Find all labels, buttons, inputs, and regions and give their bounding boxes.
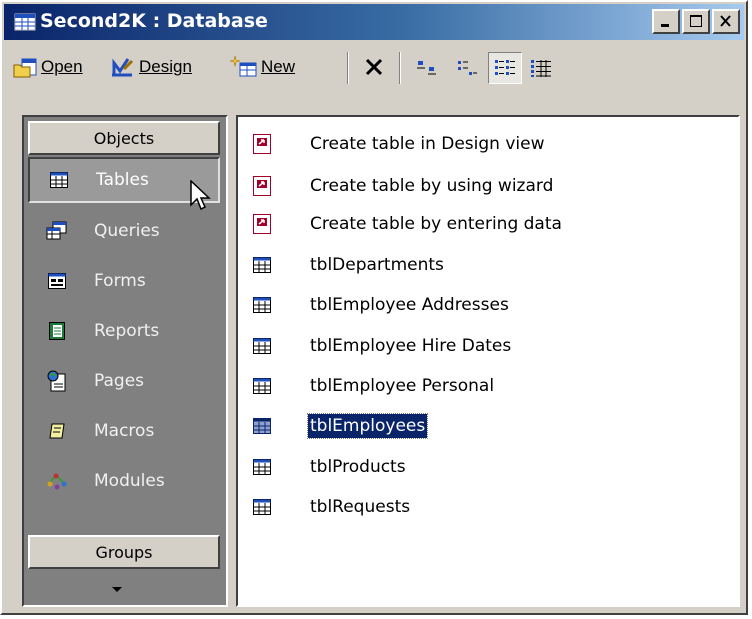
shortcut-icon	[250, 212, 274, 236]
objects-item-label: Tables	[96, 170, 149, 190]
page-icon	[46, 370, 68, 392]
list-item-label: Create table by entering data	[310, 214, 562, 234]
list-item-table[interactable]: tblRequests	[250, 488, 412, 526]
groups-header-button[interactable]: Groups	[28, 535, 220, 569]
details-list-icon	[531, 60, 551, 77]
report-icon	[46, 320, 68, 342]
objects-item-label: Forms	[94, 271, 146, 291]
list-item-table-selected[interactable]: tblEmployees	[250, 407, 429, 445]
large-icons-view-button[interactable]	[410, 52, 444, 84]
table-icon	[250, 414, 274, 438]
objects-item-pages[interactable]: Pages	[28, 358, 220, 404]
list-item-label: tblProducts	[310, 457, 406, 477]
database-icon	[14, 13, 36, 31]
table-icon	[250, 495, 274, 519]
object-list: Create table in Design view Create table…	[236, 115, 740, 607]
small-icons-icon	[458, 61, 477, 75]
objects-item-label: Queries	[94, 221, 160, 241]
list-item-table[interactable]: tblDepartments	[250, 246, 446, 284]
shortcut-icon	[250, 174, 274, 198]
small-icons-view-button[interactable]	[450, 52, 484, 84]
open-label: Open	[41, 57, 83, 76]
module-icon	[46, 470, 68, 492]
title-bar[interactable]: Second2K : Database	[4, 4, 744, 40]
scroll-down-arrow-icon[interactable]	[112, 587, 122, 592]
table-icon	[250, 253, 274, 277]
objects-item-modules[interactable]: Modules	[28, 458, 220, 504]
objects-item-reports[interactable]: Reports	[28, 308, 220, 354]
objects-header-button[interactable]: Objects	[28, 121, 220, 155]
database-window: Second2K : Database Open Design New Obje…	[0, 0, 748, 615]
large-icons-icon	[417, 61, 436, 75]
toolbar-separator	[347, 52, 349, 84]
objects-item-label: Macros	[94, 421, 155, 441]
objects-item-label: Modules	[94, 471, 165, 491]
design-label: Design	[139, 57, 192, 76]
list-item-label: tblEmployee Hire Dates	[310, 336, 512, 356]
objects-item-label: Pages	[94, 371, 145, 391]
new-icon	[230, 55, 257, 77]
list-item-shortcut[interactable]: Create table by using wizard	[250, 167, 555, 205]
objects-item-macros[interactable]: Macros	[28, 408, 220, 454]
table-icon	[250, 293, 274, 317]
objects-item-forms[interactable]: Forms	[28, 258, 220, 304]
table-icon	[48, 169, 70, 191]
list-item-label: tblEmployee Personal	[310, 376, 495, 396]
toolbar-separator	[399, 52, 401, 84]
details-icon	[495, 60, 515, 75]
macro-icon	[46, 420, 68, 442]
list-item-table[interactable]: tblEmployee Hire Dates	[250, 327, 513, 365]
table-icon	[250, 374, 274, 398]
maximize-icon	[690, 15, 702, 27]
design-button[interactable]: Design	[110, 52, 192, 82]
form-icon	[46, 270, 68, 292]
shortcut-icon	[250, 132, 274, 156]
list-item-label: tblEmployees	[306, 413, 429, 439]
details-view-button[interactable]	[524, 52, 558, 84]
list-view-button[interactable]	[488, 52, 522, 84]
design-icon	[112, 58, 134, 77]
open-button[interactable]: Open	[12, 52, 83, 82]
query-icon	[46, 220, 68, 242]
list-item-label: tblRequests	[310, 497, 411, 517]
mouse-pointer-icon	[190, 180, 211, 211]
minimize-icon	[661, 24, 669, 27]
close-icon	[720, 15, 731, 27]
toolbar: Open Design New	[10, 46, 740, 88]
list-item-label: tblDepartments	[310, 255, 444, 275]
delete-icon	[365, 58, 383, 76]
list-item-table[interactable]: tblEmployee Personal	[250, 367, 496, 405]
objects-item-label: Reports	[94, 321, 160, 341]
list-item-table[interactable]: tblEmployee Addresses	[250, 286, 511, 324]
new-button[interactable]: New	[230, 52, 295, 82]
table-icon	[250, 334, 274, 358]
minimize-button[interactable]	[652, 9, 680, 34]
list-item-shortcut[interactable]: Create table in Design view	[250, 125, 547, 163]
list-item-table[interactable]: tblProducts	[250, 448, 408, 486]
open-icon	[13, 58, 37, 78]
table-icon	[250, 455, 274, 479]
new-label: New	[261, 57, 296, 76]
window-title: Second2K : Database	[40, 10, 268, 32]
list-item-shortcut[interactable]: Create table by entering data	[250, 205, 564, 243]
list-item-label: Create table in Design view	[310, 134, 545, 154]
close-button[interactable]	[712, 9, 740, 34]
list-item-label: Create table by using wizard	[310, 176, 554, 196]
objects-item-queries[interactable]: Queries	[28, 208, 220, 254]
delete-button[interactable]	[362, 52, 389, 82]
maximize-button[interactable]	[682, 9, 710, 34]
list-item-label: tblEmployee Addresses	[310, 295, 509, 315]
